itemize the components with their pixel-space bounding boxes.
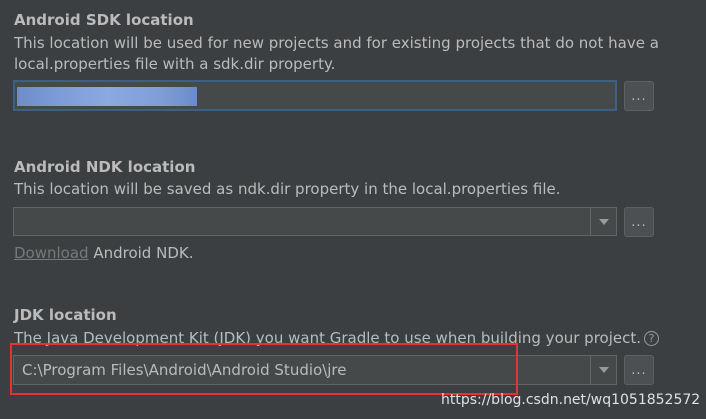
sdk-description-line2: local.properties file with a sdk.dir pro… (14, 55, 336, 73)
annotation-highlight-box (10, 343, 518, 395)
help-icon[interactable]: ? (644, 331, 660, 346)
ndk-download-link[interactable]: Download (14, 244, 89, 262)
sdk-browse-button[interactable]: ... (624, 81, 654, 111)
jdk-browse-button[interactable]: ... (624, 355, 654, 385)
ndk-download-row: Download Android NDK. (14, 243, 193, 264)
sdk-description-line1: This location will be used for new proje… (14, 34, 659, 52)
sdk-path-field[interactable] (13, 80, 617, 111)
jdk-heading: JDK location (14, 306, 117, 324)
sdk-heading: Android SDK location (14, 11, 194, 29)
ndk-heading: Android NDK location (14, 158, 196, 176)
ndk-path-dropdown[interactable] (13, 207, 617, 236)
sdk-path-redacted-value (17, 87, 197, 106)
ndk-dropdown-arrow-icon[interactable] (590, 208, 616, 235)
ndk-download-suffix: Android NDK. (88, 244, 194, 262)
watermark-text: https://blog.csdn.net/wq1051852572 (441, 392, 701, 408)
ndk-browse-button[interactable]: ... (624, 207, 654, 237)
ndk-description: This location will be saved as ndk.dir p… (14, 180, 561, 198)
jdk-dropdown-arrow-icon[interactable] (590, 356, 616, 384)
